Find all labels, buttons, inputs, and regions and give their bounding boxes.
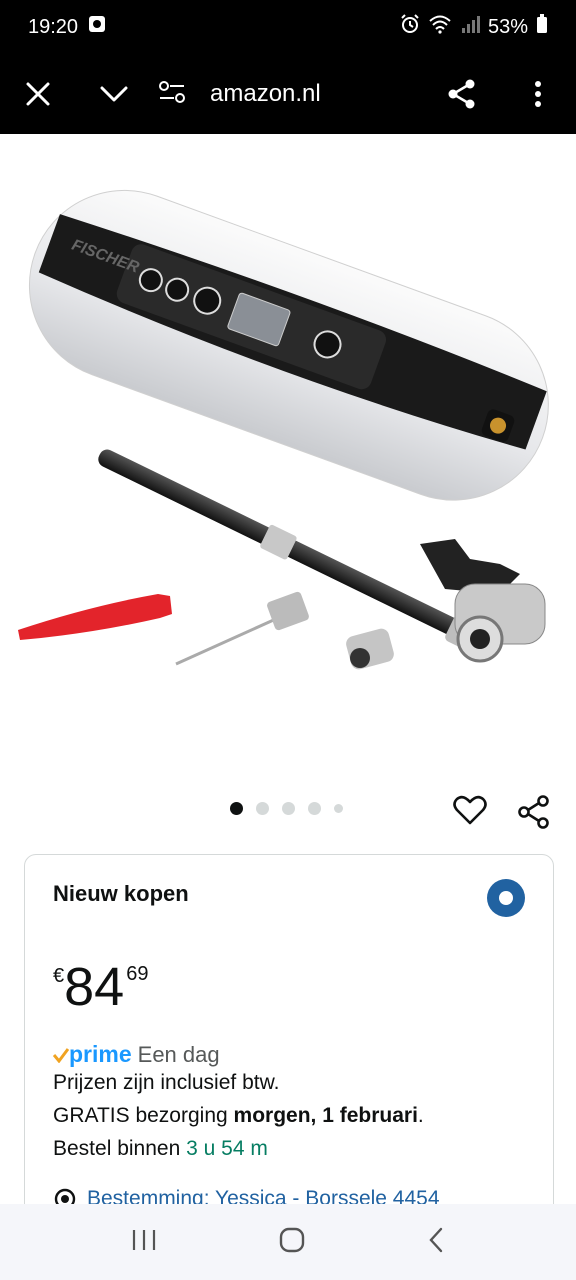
back-button[interactable] <box>426 1226 446 1259</box>
site-settings-icon[interactable] <box>158 80 186 109</box>
back-icon <box>429 1227 443 1252</box>
gallery-pagination <box>230 802 343 815</box>
buy-option-title: Nieuw kopen <box>53 881 189 906</box>
gallery-dot-3[interactable] <box>282 802 295 815</box>
minimize-button[interactable] <box>76 54 152 134</box>
prime-logo: prime <box>53 1041 132 1068</box>
system-nav-bar <box>0 1204 576 1280</box>
gallery-dot-5[interactable] <box>334 804 343 813</box>
home-button[interactable] <box>278 1226 306 1259</box>
order-deadline: Bestel binnen 3 u 54 m <box>53 1137 268 1161</box>
wifi-icon <box>428 14 452 40</box>
signal-icon <box>460 14 480 40</box>
price-currency: € <box>53 965 65 987</box>
buy-new-radio[interactable] <box>487 879 525 917</box>
gallery-dot-2[interactable] <box>256 802 269 815</box>
close-icon <box>26 82 50 106</box>
notification-icon <box>88 15 106 39</box>
recent-apps-icon <box>132 1229 156 1250</box>
prime-delivery-speed: Een dag <box>137 1041 220 1067</box>
browser-toolbar: amazon.nl <box>0 54 576 134</box>
product-image[interactable]: FISCHER <box>0 134 576 784</box>
share-icon <box>448 79 475 109</box>
battery-level: 53% <box>487 15 528 38</box>
chevron-down-icon <box>100 86 128 102</box>
status-bar: 19:20 53% <box>0 0 576 54</box>
share-product-button[interactable] <box>516 794 552 830</box>
delivery-date: morgen, 1 februari <box>233 1104 418 1127</box>
share-icon <box>518 795 549 829</box>
delivery-suffix: . <box>417 1104 424 1127</box>
order-countdown: 3 u 54 m <box>186 1137 268 1160</box>
home-icon <box>279 1227 305 1252</box>
recent-apps-button[interactable] <box>130 1228 158 1257</box>
heart-icon <box>453 795 487 825</box>
alarm-icon <box>400 14 420 40</box>
clock: 19:20 <box>28 15 79 38</box>
delivery-info: GRATIS bezorging morgen, 1 februari. <box>53 1104 424 1128</box>
wishlist-button[interactable] <box>452 792 488 828</box>
prime-badge: prime Een dag <box>53 1041 220 1068</box>
gallery-dot-1[interactable] <box>230 802 243 815</box>
price-whole: 84 <box>64 957 125 1017</box>
price: € 84 69 <box>53 957 148 1017</box>
close-button[interactable] <box>0 54 76 134</box>
gallery-dot-4[interactable] <box>308 802 321 815</box>
vat-notice: Prijzen zijn inclusief btw. <box>53 1071 280 1094</box>
more-vertical-icon <box>535 81 541 107</box>
price-fraction: 69 <box>126 963 149 985</box>
order-prefix: Bestel binnen <box>53 1137 187 1160</box>
battery-icon <box>536 14 548 40</box>
buy-box-card: Nieuw kopen € 84 69 prime Een dag Prijze… <box>24 854 554 1254</box>
prime-check-icon <box>53 1047 69 1063</box>
url-text[interactable]: amazon.nl <box>210 80 321 108</box>
more-options-button[interactable] <box>500 54 576 134</box>
delivery-prefix: GRATIS bezorging <box>53 1104 234 1127</box>
prime-label: prime <box>69 1041 132 1067</box>
share-page-button[interactable] <box>424 54 500 134</box>
